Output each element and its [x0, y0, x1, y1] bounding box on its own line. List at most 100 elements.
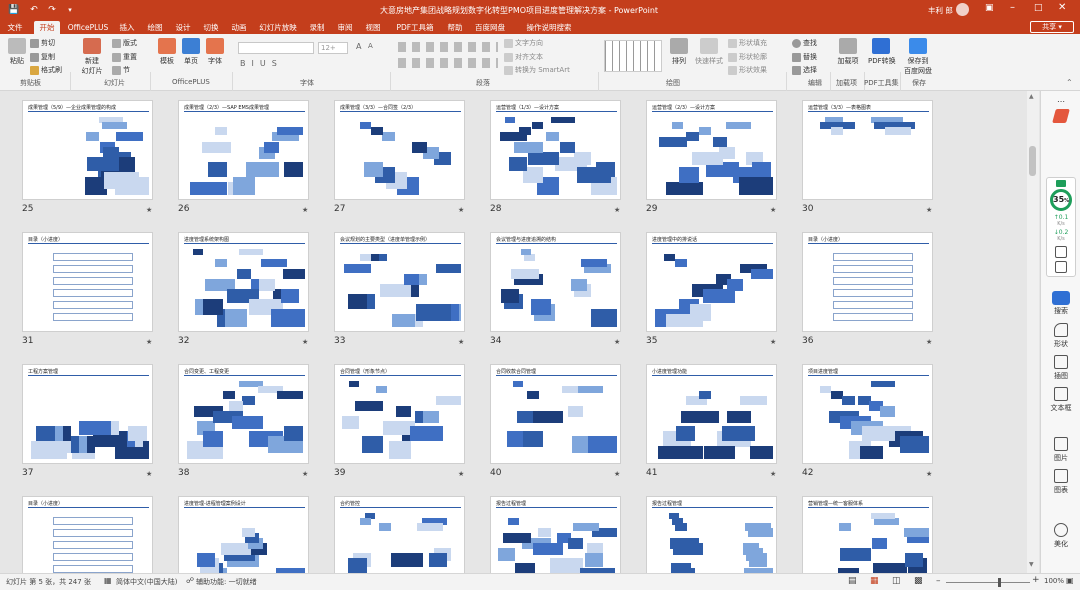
find-button[interactable]: 查找	[792, 38, 817, 48]
single-page-button[interactable]: 单页	[180, 38, 202, 66]
font-format-buttons[interactable]: BIUS	[240, 59, 283, 68]
transition-star-icon[interactable]: ★	[614, 206, 620, 214]
transition-star-icon[interactable]: ★	[146, 470, 152, 478]
cut-button[interactable]: 剪切	[30, 38, 55, 48]
avatar[interactable]	[956, 3, 969, 16]
paste-button[interactable]: 粘贴	[6, 38, 28, 66]
slide-thumbnail[interactable]: 营销管理—统一客服体系	[802, 496, 933, 573]
slide-thumbnail[interactable]: 会议规划的主要类型（进度单管理示例）	[334, 232, 465, 332]
quick-styles-button[interactable]: 快速样式	[694, 38, 724, 66]
reset-button[interactable]: 重置	[112, 52, 137, 62]
scroll-down-icon[interactable]: ▼	[1029, 561, 1034, 568]
layout-button[interactable]: 版式	[112, 38, 137, 48]
share-button[interactable]: 共享 ▾	[1030, 21, 1074, 33]
slide-thumbnail[interactable]: 会议管理与进度追溯的结构	[490, 232, 621, 332]
pdf-convert-button[interactable]: PDF转换	[868, 38, 896, 66]
font-size-input[interactable]: 12+	[318, 42, 348, 54]
picture-tool[interactable]: 图片	[1041, 437, 1080, 463]
shapes-tool[interactable]: 形状	[1041, 323, 1080, 349]
paragraph-buttons[interactable]	[398, 42, 498, 52]
transition-star-icon[interactable]: ★	[458, 338, 464, 346]
slide-thumbnail[interactable]: 进度管理-进程管理案例设计	[178, 496, 309, 573]
new-slide-button[interactable]: 新建 幻灯片	[78, 38, 106, 76]
tab-slideshow[interactable]: 幻灯片放映	[256, 21, 300, 34]
shape-fill-button[interactable]: 形状填充	[728, 38, 767, 48]
slide-thumbnail[interactable]: 目录（小进度）	[22, 232, 153, 332]
slide-thumbnail[interactable]: 合同变更、工程变更	[178, 364, 309, 464]
template-button[interactable]: 模板	[156, 38, 178, 66]
tab-animations[interactable]: 动画	[228, 21, 250, 34]
zoom-level[interactable]: 100%	[1044, 577, 1064, 585]
save-icon[interactable]: 💾	[8, 4, 20, 16]
shape-effects-button[interactable]: 形状效果	[728, 65, 767, 75]
transition-star-icon[interactable]: ★	[146, 338, 152, 346]
tab-view[interactable]: 视图	[362, 21, 384, 34]
shape-outline-button[interactable]: 形状轮廓	[728, 52, 767, 62]
undo-icon[interactable]: ↶	[28, 4, 40, 16]
slide-thumbnail[interactable]: 运营管理（1/3）—设计方案	[490, 100, 621, 200]
spellcheck-icon[interactable]: ▦	[104, 576, 112, 585]
shape-gallery[interactable]	[604, 40, 662, 72]
officeplus-font-button[interactable]: 字体	[204, 38, 226, 66]
tab-baidu-netdisk[interactable]: 百度网盘	[472, 21, 508, 34]
copy-button[interactable]: 复制	[30, 52, 55, 62]
slide-thumbnail[interactable]: 运营管理（2/3）—设计方案	[646, 100, 777, 200]
redo-icon[interactable]: ↷	[46, 4, 58, 16]
screenshot-icon[interactable]	[1055, 246, 1067, 258]
font-name-input[interactable]	[238, 42, 314, 54]
beautify-tool[interactable]: 美化	[1041, 523, 1080, 549]
slide-thumbnail[interactable]: 工程方案管理	[22, 364, 153, 464]
slide-thumbnail[interactable]: 目录（小进度）	[802, 232, 933, 332]
transition-star-icon[interactable]: ★	[926, 206, 932, 214]
transition-star-icon[interactable]: ★	[770, 338, 776, 346]
shrink-font-icon[interactable]: A	[368, 42, 373, 50]
tab-transitions[interactable]: 切换	[200, 21, 222, 34]
alignment-buttons[interactable]	[398, 58, 498, 68]
user-name[interactable]: 丰利 郎	[928, 5, 953, 16]
zoom-in-icon[interactable]: +	[1032, 575, 1040, 585]
tab-help[interactable]: 帮助	[444, 21, 466, 34]
language-indicator[interactable]: 简体中文(中国大陆)	[116, 577, 177, 587]
transition-star-icon[interactable]: ★	[302, 338, 308, 346]
grow-font-icon[interactable]: A	[356, 42, 361, 51]
tab-draw[interactable]: 绘图	[144, 21, 166, 34]
arrange-button[interactable]: 排列	[668, 38, 690, 66]
slide-thumbnail[interactable]: 进度管理系统架构图	[178, 232, 309, 332]
align-text-button[interactable]: 对齐文本	[504, 52, 543, 62]
text-direction-button[interactable]: 文字方向	[504, 38, 543, 48]
tab-design[interactable]: 设计	[172, 21, 194, 34]
accessibility-status[interactable]: 辅助功能: 一切就绪	[196, 577, 257, 587]
slideshow-view-icon[interactable]: ▩	[914, 576, 923, 586]
smartart-button[interactable]: 转换为 SmartArt	[504, 65, 570, 75]
scan-icon[interactable]	[1055, 261, 1067, 273]
accessibility-icon[interactable]: ☍	[186, 576, 194, 585]
select-button[interactable]: 选择	[792, 65, 817, 75]
transition-star-icon[interactable]: ★	[302, 206, 308, 214]
slide-thumbnail[interactable]: 成果管理（2/3）—SAP EMS成果管理	[178, 100, 309, 200]
save-baidu-button[interactable]: 保存到 百度网盘	[904, 38, 932, 76]
zoom-out-icon[interactable]: –	[936, 576, 941, 586]
slide-thumbnail[interactable]: 目录（小进度）	[22, 496, 153, 573]
illustration-tool[interactable]: 插图	[1041, 355, 1080, 381]
slide-thumbnail[interactable]: 进度管理中的排说话	[646, 232, 777, 332]
tab-record[interactable]: 录制	[306, 21, 328, 34]
tab-review[interactable]: 审阅	[334, 21, 356, 34]
slide-thumbnail[interactable]: 运营管理（3/3）—表格图表	[802, 100, 933, 200]
transition-star-icon[interactable]: ★	[770, 470, 776, 478]
addins-button[interactable]: 加载项	[836, 38, 860, 66]
transition-star-icon[interactable]: ★	[926, 470, 932, 478]
transition-star-icon[interactable]: ★	[614, 470, 620, 478]
replace-button[interactable]: 替换	[792, 52, 817, 62]
slide-thumbnail[interactable]: 成果管理（5/9）—企业成果管理的构成	[22, 100, 153, 200]
transition-star-icon[interactable]: ★	[458, 470, 464, 478]
tab-insert[interactable]: 插入	[116, 21, 138, 34]
slide-thumbnail[interactable]: 小进度管理功能	[646, 364, 777, 464]
transition-star-icon[interactable]: ★	[614, 338, 620, 346]
tab-home[interactable]: 开始	[34, 21, 60, 34]
slide-thumbnail[interactable]: 合同管理（形象节点）	[334, 364, 465, 464]
search-tool[interactable]: 搜索	[1041, 291, 1080, 316]
transition-star-icon[interactable]: ★	[146, 206, 152, 214]
close-icon[interactable]: ✕	[1058, 2, 1066, 13]
slide-thumbnail[interactable]: 报告过程管理	[646, 496, 777, 573]
slide-thumbnail[interactable]: 报告过程管理	[490, 496, 621, 573]
